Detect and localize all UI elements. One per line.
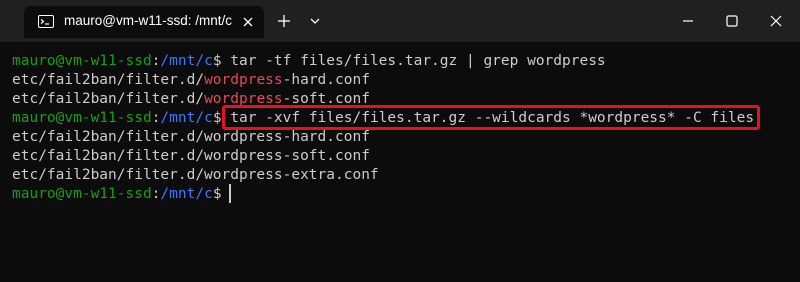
- output-line: etc/fail2ban/filter.d/wordpress-hard.con…: [12, 70, 370, 90]
- minimize-icon[interactable]: [680, 13, 696, 29]
- tab-title: mauro@vm-w11-ssd: /mnt/c: [64, 13, 232, 28]
- title-bar[interactable]: mauro@vm-w11-ssd: /mnt/c: [0, 0, 800, 42]
- maximize-icon[interactable]: [724, 13, 740, 29]
- output-prefix: etc/fail2ban/filter.d/: [12, 91, 205, 107]
- prompt-user: mauro@vm-w11-ssd: [12, 110, 152, 126]
- close-icon[interactable]: [768, 13, 784, 29]
- prompt-dollar: $: [212, 186, 222, 202]
- command-text: tar -xvf files/files.tar.gz --wildcards …: [230, 110, 755, 126]
- command-text: tar -tf files/files.tar.gz | grep wordpr…: [221, 53, 606, 69]
- output-line: etc/fail2ban/filter.d/wordpress-hard.con…: [12, 129, 370, 145]
- plus-icon[interactable]: [276, 13, 292, 29]
- tab-active[interactable]: mauro@vm-w11-ssd: /mnt/c: [24, 6, 264, 38]
- prompt-user: mauro@vm-w11-ssd: [12, 186, 152, 202]
- output-suffix: -hard.conf: [282, 72, 370, 88]
- output-line: etc/fail2ban/filter.d/wordpress-soft.con…: [12, 148, 370, 164]
- text-cursor: [229, 184, 231, 203]
- output-line: etc/fail2ban/filter.d/wordpress-extra.co…: [12, 167, 379, 183]
- grep-match: wordpress: [204, 72, 283, 88]
- terminal-window: mauro@vm-w11-ssd: /mnt/c mauro@vm-w11-ss…: [0, 0, 800, 282]
- grep-match: wordpress: [204, 91, 283, 107]
- close-icon[interactable]: [241, 15, 255, 29]
- output-suffix: -soft.conf: [282, 91, 370, 107]
- terminal-icon: [38, 15, 54, 28]
- command-line: mauro@vm-w11-ssd:/mnt/c$ tar -tf files/f…: [12, 51, 606, 71]
- prompt-path: /mnt/c: [160, 53, 213, 69]
- prompt-path: /mnt/c: [160, 110, 213, 126]
- prompt-user: mauro@vm-w11-ssd: [12, 53, 152, 69]
- command-line[interactable]: mauro@vm-w11-ssd:/mnt/c$: [12, 184, 222, 204]
- output-prefix: etc/fail2ban/filter.d/: [12, 72, 205, 88]
- prompt-dollar: $: [212, 110, 222, 126]
- chevron-down-icon[interactable]: [309, 15, 321, 27]
- command-line: mauro@vm-w11-ssd:/mnt/c$ tar -xvf files/…: [12, 108, 754, 128]
- terminal-output[interactable]: mauro@vm-w11-ssd:/mnt/c$ tar -tf files/f…: [0, 42, 800, 282]
- prompt-path: /mnt/c: [160, 186, 213, 202]
- prompt-dollar: $: [212, 53, 222, 69]
- output-line: etc/fail2ban/filter.d/wordpress-soft.con…: [12, 89, 370, 109]
